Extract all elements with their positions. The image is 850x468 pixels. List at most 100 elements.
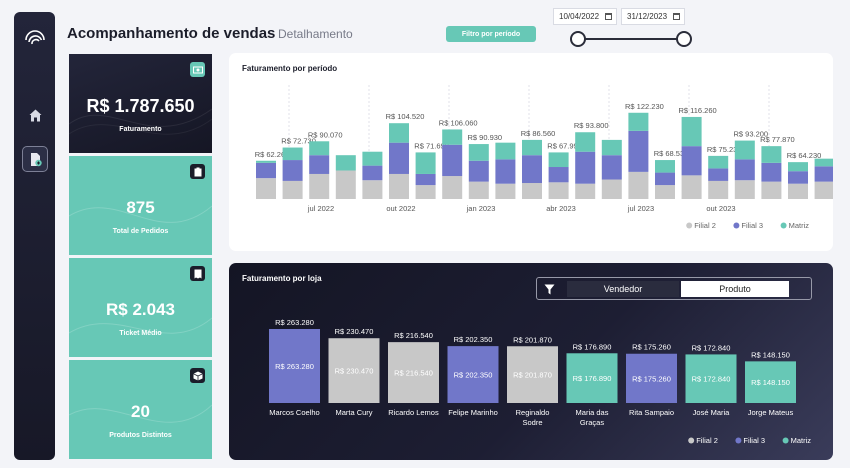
bar-segment-matriz[interactable] (655, 160, 675, 173)
bar-segment-filial-2[interactable] (335, 170, 356, 199)
logo-icon (25, 30, 45, 45)
bar-segment-filial-2[interactable] (415, 185, 436, 199)
bar-value-label: R$ 175.260 (632, 343, 671, 352)
legend-marker (780, 222, 787, 229)
bar-segment-matriz[interactable] (681, 116, 702, 147)
bar-inner-label: R$ 230.470 (335, 367, 374, 376)
bar-segment-matriz[interactable] (708, 155, 729, 169)
bar-segment-matriz[interactable] (734, 140, 755, 160)
bar-segment-filial-3[interactable] (655, 172, 675, 186)
legend-label: Filial 3 (743, 436, 765, 445)
bar-segment-filial-3[interactable] (734, 159, 755, 181)
bar-segment-filial-3[interactable] (389, 142, 409, 174)
date-range-end-handle[interactable] (676, 31, 692, 47)
bar-segment-filial-2[interactable] (309, 173, 330, 199)
date-start-input[interactable]: 10/04/2022 (553, 8, 617, 25)
bar-segment-matriz[interactable] (282, 147, 303, 161)
bar-segment-filial-3[interactable] (442, 144, 463, 177)
category-label: Jorge Mateus (748, 408, 794, 417)
date-range-slider-track[interactable] (578, 38, 684, 40)
bar-segment-filial-3[interactable] (282, 160, 303, 181)
bar-segment-filial-3[interactable] (309, 155, 330, 174)
bar-segment-filial-3[interactable] (548, 167, 569, 183)
bar-value-label: R$ 230.470 (335, 327, 374, 336)
bar-segment-filial-2[interactable] (522, 183, 542, 199)
bar-segment-filial-2[interactable] (628, 171, 649, 199)
bar-segment-filial-2[interactable] (788, 183, 808, 199)
bar-segment-matriz[interactable] (788, 162, 808, 172)
calendar-icon[interactable] (673, 13, 680, 20)
bar-segment-filial-2[interactable] (655, 185, 675, 199)
bar-segment-matriz[interactable] (415, 152, 436, 174)
bar-segment-filial-3[interactable] (601, 155, 622, 180)
bar-segment-matriz[interactable] (309, 141, 330, 156)
bar-segment-filial-3[interactable] (256, 162, 276, 179)
bar-segment-filial-2[interactable] (282, 180, 303, 199)
bar-segment-filial-2[interactable] (761, 181, 782, 199)
bar-segment-filial-3[interactable] (468, 160, 489, 182)
bar-segment-filial-2[interactable] (256, 178, 276, 199)
period-filter-button[interactable]: Filtro por período (446, 26, 536, 42)
category-label: José Maria (693, 408, 731, 417)
bar-segment-filial-2[interactable] (442, 176, 463, 199)
bar-segment-filial-2[interactable] (734, 180, 755, 199)
calendar-icon[interactable] (605, 13, 612, 20)
legend-label: Filial 3 (741, 221, 763, 230)
bar-segment-matriz[interactable] (335, 155, 356, 171)
bar-segment-matriz[interactable] (761, 146, 782, 163)
bar-segment-filial-3[interactable] (761, 162, 782, 182)
bar-segment-filial-2[interactable] (575, 183, 596, 199)
bar-segment-matriz[interactable] (362, 151, 383, 166)
bar-segment-matriz[interactable] (548, 152, 569, 168)
bar-segment-matriz[interactable] (628, 112, 649, 131)
date-end-input[interactable]: 31/12/2023 (621, 8, 685, 25)
bar-segment-filial-2[interactable] (708, 180, 729, 199)
bar-segment-filial-2[interactable] (814, 181, 833, 199)
category-label: Felipe Marinho (448, 408, 498, 417)
bar-segment-filial-3[interactable] (788, 171, 808, 184)
bar-segment-filial-3[interactable] (495, 159, 516, 184)
date-end-value: 31/12/2023 (627, 12, 668, 21)
report-nav-button[interactable] (22, 146, 48, 172)
bar-segment-filial-3[interactable] (681, 146, 702, 176)
bar-inner-label: R$ 263.280 (275, 362, 314, 371)
bar-segment-filial-3[interactable] (814, 166, 833, 182)
bar-segment-matriz[interactable] (575, 132, 596, 152)
bar-segment-filial-2[interactable] (495, 183, 516, 199)
sidebar (14, 12, 55, 460)
bar-segment-matriz[interactable] (256, 160, 276, 163)
bar-segment-matriz[interactable] (495, 142, 516, 160)
legend-label: Filial 2 (694, 221, 716, 230)
bar-segment-filial-3[interactable] (362, 165, 383, 181)
bar-segment-filial-2[interactable] (681, 175, 702, 199)
bar-segment-filial-3[interactable] (522, 155, 542, 184)
home-nav-button[interactable] (22, 102, 48, 128)
page-title: Acompanhamento de vendas (67, 25, 276, 42)
bar-segment-filial-3[interactable] (415, 173, 436, 186)
legend-label: Filial 2 (696, 436, 718, 445)
clipboard-icon (190, 164, 205, 179)
bar-total-label: R$ 122.230 (625, 102, 664, 111)
date-range-start-handle[interactable] (570, 31, 586, 47)
x-tick-label: jul 2023 (627, 204, 654, 213)
bar-segment-matriz[interactable] (601, 139, 622, 156)
bar-segment-filial-2[interactable] (548, 182, 569, 199)
kpi-label: Total de Pedidos (112, 228, 169, 235)
bar-segment-filial-2[interactable] (468, 181, 489, 199)
category-label: Marta Cury (335, 408, 372, 417)
kpi-card-faturamento: R$ 1.787.650 Faturamento (69, 54, 212, 153)
bar-segment-filial-2[interactable] (389, 173, 409, 199)
bar-segment-matriz[interactable] (389, 123, 409, 143)
bar-segment-matriz[interactable] (442, 129, 463, 145)
bar-segment-filial-2[interactable] (601, 179, 622, 199)
bar-segment-filial-3[interactable] (708, 168, 729, 181)
bar-segment-filial-3[interactable] (575, 151, 596, 184)
bar-segment-matriz[interactable] (814, 158, 833, 167)
x-tick-label: jan 2023 (466, 204, 496, 213)
bar-segment-filial-3[interactable] (628, 130, 649, 172)
bar-segment-filial-2[interactable] (362, 180, 383, 199)
bar-segment-matriz[interactable] (522, 139, 542, 156)
kpi-card-pedidos: 875 Total de Pedidos (69, 156, 212, 255)
page-subtitle: Detalhamento (278, 27, 353, 41)
bar-segment-matriz[interactable] (468, 144, 489, 161)
